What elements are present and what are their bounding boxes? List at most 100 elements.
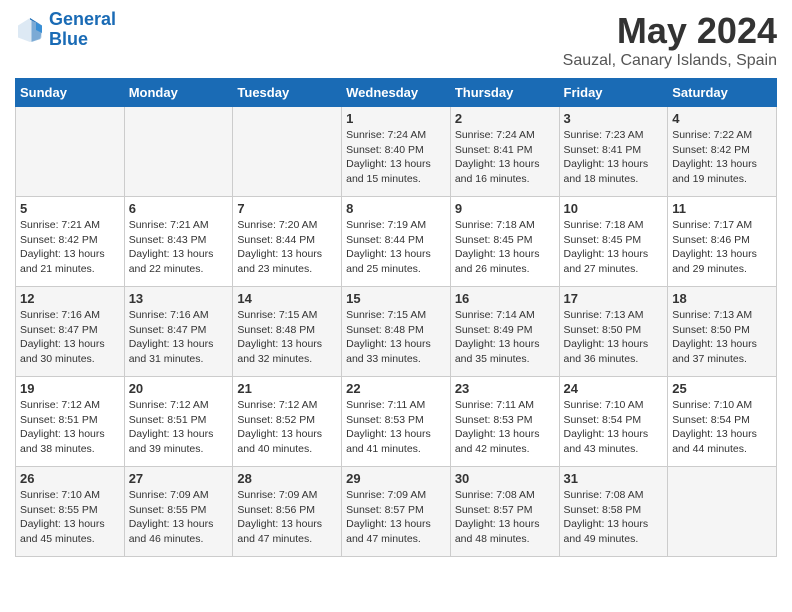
day-info: Sunrise: 7:15 AM Sunset: 8:48 PM Dayligh…: [237, 308, 337, 367]
day-cell: 27 Sunrise: 7:09 AM Sunset: 8:55 PM Dayli…: [124, 467, 233, 557]
day-number: 27: [129, 471, 229, 486]
header-cell-saturday: Saturday: [668, 79, 777, 107]
day-number: 18: [672, 291, 772, 306]
day-info: Sunrise: 7:18 AM Sunset: 8:45 PM Dayligh…: [564, 218, 664, 277]
day-cell: 18 Sunrise: 7:13 AM Sunset: 8:50 PM Dayli…: [668, 287, 777, 377]
day-number: 19: [20, 381, 120, 396]
header-cell-friday: Friday: [559, 79, 668, 107]
day-cell: [124, 107, 233, 197]
day-number: 21: [237, 381, 337, 396]
day-number: 26: [20, 471, 120, 486]
logo-icon: [15, 15, 45, 45]
day-info: Sunrise: 7:21 AM Sunset: 8:42 PM Dayligh…: [20, 218, 120, 277]
day-info: Sunrise: 7:16 AM Sunset: 8:47 PM Dayligh…: [20, 308, 120, 367]
day-info: Sunrise: 7:09 AM Sunset: 8:57 PM Dayligh…: [346, 488, 446, 547]
day-info: Sunrise: 7:10 AM Sunset: 8:54 PM Dayligh…: [564, 398, 664, 457]
day-info: Sunrise: 7:14 AM Sunset: 8:49 PM Dayligh…: [455, 308, 555, 367]
day-cell: 19 Sunrise: 7:12 AM Sunset: 8:51 PM Dayli…: [16, 377, 125, 467]
day-cell: 12 Sunrise: 7:16 AM Sunset: 8:47 PM Dayli…: [16, 287, 125, 377]
week-row-3: 12 Sunrise: 7:16 AM Sunset: 8:47 PM Dayli…: [16, 287, 777, 377]
day-number: 23: [455, 381, 555, 396]
day-info: Sunrise: 7:12 AM Sunset: 8:51 PM Dayligh…: [129, 398, 229, 457]
day-number: 16: [455, 291, 555, 306]
header-cell-sunday: Sunday: [16, 79, 125, 107]
week-row-1: 1 Sunrise: 7:24 AM Sunset: 8:40 PM Daylig…: [16, 107, 777, 197]
day-info: Sunrise: 7:11 AM Sunset: 8:53 PM Dayligh…: [455, 398, 555, 457]
week-row-4: 19 Sunrise: 7:12 AM Sunset: 8:51 PM Dayli…: [16, 377, 777, 467]
day-info: Sunrise: 7:24 AM Sunset: 8:41 PM Dayligh…: [455, 128, 555, 187]
day-cell: 1 Sunrise: 7:24 AM Sunset: 8:40 PM Daylig…: [342, 107, 451, 197]
day-info: Sunrise: 7:10 AM Sunset: 8:54 PM Dayligh…: [672, 398, 772, 457]
day-number: 10: [564, 201, 664, 216]
header-cell-monday: Monday: [124, 79, 233, 107]
day-cell: 5 Sunrise: 7:21 AM Sunset: 8:42 PM Daylig…: [16, 197, 125, 287]
day-info: Sunrise: 7:21 AM Sunset: 8:43 PM Dayligh…: [129, 218, 229, 277]
day-cell: 24Sunrise: 7:10 AM Sunset: 8:54 PM Dayli…: [559, 377, 668, 467]
day-info: Sunrise: 7:22 AM Sunset: 8:42 PM Dayligh…: [672, 128, 772, 187]
day-info: Sunrise: 7:11 AM Sunset: 8:53 PM Dayligh…: [346, 398, 446, 457]
day-info: Sunrise: 7:12 AM Sunset: 8:52 PM Dayligh…: [237, 398, 337, 457]
day-cell: 14 Sunrise: 7:15 AM Sunset: 8:48 PM Dayli…: [233, 287, 342, 377]
day-number: 22: [346, 381, 446, 396]
day-info: Sunrise: 7:09 AM Sunset: 8:55 PM Dayligh…: [129, 488, 229, 547]
day-number: 4: [672, 111, 772, 126]
day-info: Sunrise: 7:24 AM Sunset: 8:40 PM Dayligh…: [346, 128, 446, 187]
day-number: 13: [129, 291, 229, 306]
day-cell: 6 Sunrise: 7:21 AM Sunset: 8:43 PM Daylig…: [124, 197, 233, 287]
day-info: Sunrise: 7:10 AM Sunset: 8:55 PM Dayligh…: [20, 488, 120, 547]
day-number: 12: [20, 291, 120, 306]
day-number: 8: [346, 201, 446, 216]
day-cell: 7 Sunrise: 7:20 AM Sunset: 8:44 PM Daylig…: [233, 197, 342, 287]
day-cell: [16, 107, 125, 197]
day-number: 7: [237, 201, 337, 216]
day-cell: 22 Sunrise: 7:11 AM Sunset: 8:53 PM Dayli…: [342, 377, 451, 467]
header-cell-tuesday: Tuesday: [233, 79, 342, 107]
day-number: 20: [129, 381, 229, 396]
day-number: 5: [20, 201, 120, 216]
day-number: 2: [455, 111, 555, 126]
day-info: Sunrise: 7:08 AM Sunset: 8:58 PM Dayligh…: [564, 488, 664, 547]
day-cell: 21 Sunrise: 7:12 AM Sunset: 8:52 PM Dayli…: [233, 377, 342, 467]
logo: General Blue: [15, 10, 116, 50]
page: General Blue May 2024 Sauzal, Canary Isl…: [0, 0, 792, 572]
day-info: Sunrise: 7:16 AM Sunset: 8:47 PM Dayligh…: [129, 308, 229, 367]
calendar-header: SundayMondayTuesdayWednesdayThursdayFrid…: [16, 79, 777, 107]
day-number: 6: [129, 201, 229, 216]
day-info: Sunrise: 7:12 AM Sunset: 8:51 PM Dayligh…: [20, 398, 120, 457]
day-cell: 2 Sunrise: 7:24 AM Sunset: 8:41 PM Daylig…: [450, 107, 559, 197]
subtitle: Sauzal, Canary Islands, Spain: [563, 52, 777, 70]
day-cell: 15Sunrise: 7:15 AM Sunset: 8:48 PM Dayli…: [342, 287, 451, 377]
day-info: Sunrise: 7:18 AM Sunset: 8:45 PM Dayligh…: [455, 218, 555, 277]
day-number: 11: [672, 201, 772, 216]
day-cell: 31Sunrise: 7:08 AM Sunset: 8:58 PM Dayli…: [559, 467, 668, 557]
day-cell: 10 Sunrise: 7:18 AM Sunset: 8:45 PM Dayli…: [559, 197, 668, 287]
day-info: Sunrise: 7:13 AM Sunset: 8:50 PM Dayligh…: [672, 308, 772, 367]
day-cell: 26 Sunrise: 7:10 AM Sunset: 8:55 PM Dayli…: [16, 467, 125, 557]
logo-line2: Blue: [49, 29, 88, 49]
week-row-5: 26 Sunrise: 7:10 AM Sunset: 8:55 PM Dayli…: [16, 467, 777, 557]
day-info: Sunrise: 7:09 AM Sunset: 8:56 PM Dayligh…: [237, 488, 337, 547]
day-number: 17: [564, 291, 664, 306]
day-cell: 16 Sunrise: 7:14 AM Sunset: 8:49 PM Dayli…: [450, 287, 559, 377]
day-cell: [233, 107, 342, 197]
day-number: 14: [237, 291, 337, 306]
day-info: Sunrise: 7:17 AM Sunset: 8:46 PM Dayligh…: [672, 218, 772, 277]
day-number: 1: [346, 111, 446, 126]
day-info: Sunrise: 7:23 AM Sunset: 8:41 PM Dayligh…: [564, 128, 664, 187]
calendar-body: 1 Sunrise: 7:24 AM Sunset: 8:40 PM Daylig…: [16, 107, 777, 557]
calendar-table: SundayMondayTuesdayWednesdayThursdayFrid…: [15, 78, 777, 557]
day-number: 9: [455, 201, 555, 216]
header-cell-thursday: Thursday: [450, 79, 559, 107]
day-info: Sunrise: 7:20 AM Sunset: 8:44 PM Dayligh…: [237, 218, 337, 277]
header-cell-wednesday: Wednesday: [342, 79, 451, 107]
day-cell: 28Sunrise: 7:09 AM Sunset: 8:56 PM Dayli…: [233, 467, 342, 557]
logo-text: General Blue: [49, 10, 116, 50]
logo-line1: General: [49, 9, 116, 29]
day-number: 3: [564, 111, 664, 126]
day-cell: 29 Sunrise: 7:09 AM Sunset: 8:57 PM Dayli…: [342, 467, 451, 557]
day-number: 25: [672, 381, 772, 396]
day-number: 30: [455, 471, 555, 486]
day-number: 29: [346, 471, 446, 486]
day-cell: 11 Sunrise: 7:17 AM Sunset: 8:46 PM Dayli…: [668, 197, 777, 287]
day-cell: 20 Sunrise: 7:12 AM Sunset: 8:51 PM Dayli…: [124, 377, 233, 467]
